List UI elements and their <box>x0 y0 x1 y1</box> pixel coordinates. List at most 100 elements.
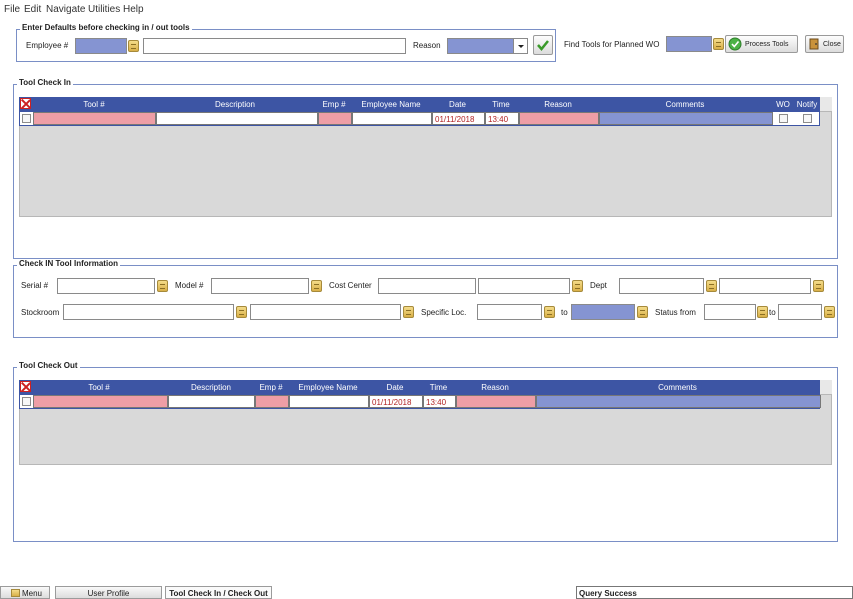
ci-col-comments: Comments <box>665 100 705 109</box>
checkout-grid-header: Tool # Description Emp # Employee Name D… <box>19 380 820 394</box>
tab-menu[interactable]: Menu <box>0 586 50 599</box>
stockroom-lookup-icon[interactable] <box>236 306 247 318</box>
specific-loc-label: Specific Loc. <box>421 308 467 317</box>
row-select-checkbox[interactable] <box>22 114 31 123</box>
ci-col-notify: Notify <box>796 100 818 109</box>
co-empname-cell[interactable] <box>289 395 369 408</box>
cost-center-desc-input[interactable] <box>478 278 570 294</box>
ci-reason-cell[interactable] <box>519 112 599 125</box>
model-label: Model # <box>175 281 204 290</box>
wo-lookup-icon[interactable] <box>713 38 724 50</box>
ci-notify-checkbox[interactable] <box>803 114 812 123</box>
ci-wo-checkbox[interactable] <box>779 114 788 123</box>
stockroom-desc-lookup-icon[interactable] <box>403 306 414 318</box>
ci-col-emp: Emp # <box>322 100 346 109</box>
dept-lookup-icon[interactable] <box>706 280 717 292</box>
defaults-legend: Enter Defaults before checking in / out … <box>20 23 192 32</box>
menu-utilities[interactable]: Utilities <box>88 4 120 15</box>
model-input[interactable] <box>211 278 309 294</box>
menu-bar: File Edit Navigate Utilities Help <box>0 0 853 18</box>
cost-center-label: Cost Center <box>329 281 372 290</box>
status-from-input[interactable] <box>704 304 756 320</box>
tab-user-profile[interactable]: User Profile <box>55 586 162 599</box>
co-col-tool: Tool # <box>88 383 110 392</box>
tab-tool-check-label: Tool Check In / Check Out <box>169 589 268 598</box>
co-date-cell[interactable]: 01/11/2018 <box>369 395 423 408</box>
co-tool-cell[interactable] <box>33 395 168 408</box>
tab-tool-check-in-out[interactable]: Tool Check In / Check Out <box>165 586 272 599</box>
dept-label: Dept <box>590 281 607 290</box>
checkin-grid-body <box>19 111 832 217</box>
stockroom-desc-input[interactable] <box>250 304 401 320</box>
ci-col-empname: Employee Name <box>361 100 421 109</box>
menu-help[interactable]: Help <box>123 4 144 15</box>
ci-tool-cell[interactable] <box>33 112 156 125</box>
loc-to-input[interactable] <box>571 304 635 320</box>
apply-defaults-button[interactable] <box>533 35 553 55</box>
co-col-comments: Comments <box>658 383 697 392</box>
status-from-lookup-icon[interactable] <box>757 306 768 318</box>
info-legend: Check IN Tool Information <box>17 259 120 268</box>
ci-col-description: Description <box>214 100 255 109</box>
checkout-row[interactable]: 01/11/2018 13:40 <box>19 394 821 409</box>
serial-label: Serial # <box>21 281 49 290</box>
employee-input[interactable] <box>75 38 127 54</box>
employee-name-input[interactable] <box>143 38 406 54</box>
co-col-emp: Emp # <box>259 383 283 392</box>
ci-date-cell[interactable]: 01/11/2018 <box>432 112 485 125</box>
checkmark-icon <box>537 40 549 51</box>
co-col-time: Time <box>429 383 448 392</box>
close-button[interactable]: Close <box>805 35 844 53</box>
dept-input[interactable] <box>619 278 704 294</box>
delete-x-icon[interactable] <box>20 98 31 109</box>
checkin-row[interactable]: 01/11/2018 13:40 <box>19 111 820 126</box>
status-bar: Query Success <box>576 586 853 599</box>
process-tools-label: Process Tools <box>745 40 789 48</box>
reason-select[interactable] <box>447 38 528 54</box>
serial-input[interactable] <box>57 278 155 294</box>
employee-lookup-icon[interactable] <box>128 40 139 52</box>
dept-desc-lookup-icon[interactable] <box>813 280 824 292</box>
ci-comments-cell[interactable] <box>599 112 773 125</box>
loc-to-label: to <box>561 308 568 317</box>
ci-description-cell[interactable] <box>156 112 318 125</box>
door-icon <box>809 38 819 50</box>
checkin-legend: Tool Check In <box>17 78 73 87</box>
row-select-checkbox[interactable] <box>22 397 31 406</box>
cost-center-lookup-icon[interactable] <box>572 280 583 292</box>
find-tools-label: Find Tools for Planned WO <box>564 40 660 49</box>
stockroom-input[interactable] <box>63 304 234 320</box>
specific-loc-input[interactable] <box>477 304 542 320</box>
ci-col-date: Date <box>449 100 466 109</box>
model-lookup-icon[interactable] <box>311 280 322 292</box>
co-reason-cell[interactable] <box>456 395 536 408</box>
dept-desc-input[interactable] <box>719 278 811 294</box>
status-to-lookup-icon[interactable] <box>824 306 835 318</box>
menu-navigate[interactable]: Navigate <box>46 4 85 15</box>
loc-to-lookup-icon[interactable] <box>637 306 648 318</box>
ci-col-reason: Reason <box>544 100 572 109</box>
co-time-cell[interactable]: 13:40 <box>423 395 456 408</box>
serial-lookup-icon[interactable] <box>157 280 168 292</box>
ci-col-tool: Tool # <box>83 100 105 109</box>
ci-emp-cell[interactable] <box>318 112 352 125</box>
status-from-label: Status from <box>655 308 696 317</box>
co-emp-cell[interactable] <box>255 395 289 408</box>
co-description-cell[interactable] <box>168 395 255 408</box>
cost-center-input[interactable] <box>378 278 476 294</box>
menu-edit[interactable]: Edit <box>24 4 41 15</box>
ci-empname-cell[interactable] <box>352 112 432 125</box>
process-tools-button[interactable]: Process Tools <box>725 35 798 53</box>
specific-loc-lookup-icon[interactable] <box>544 306 555 318</box>
employee-label: Employee # <box>26 41 69 50</box>
planned-wo-input[interactable] <box>666 36 712 52</box>
checkout-legend: Tool Check Out <box>17 361 80 370</box>
menu-file[interactable]: File <box>4 4 20 15</box>
ci-col-wo: WO <box>776 100 790 109</box>
chevron-down-icon[interactable] <box>513 39 527 53</box>
ci-time-cell[interactable]: 13:40 <box>485 112 519 125</box>
co-comments-cell[interactable] <box>536 395 821 408</box>
tab-menu-label: Menu <box>21 589 42 598</box>
delete-x-icon[interactable] <box>20 381 31 392</box>
status-to-input[interactable] <box>778 304 822 320</box>
